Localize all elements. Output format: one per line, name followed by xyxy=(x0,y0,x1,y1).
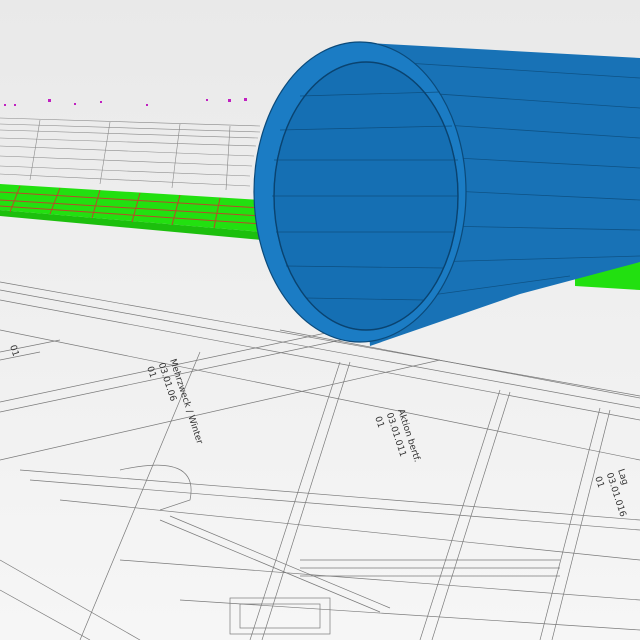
3d-model-viewport[interactable]: Mehrzweck / Winter 03.01.06 01 Aktion be… xyxy=(0,0,640,640)
model-canvas[interactable]: Mehrzweck / Winter 03.01.06 01 Aktion be… xyxy=(0,0,640,640)
